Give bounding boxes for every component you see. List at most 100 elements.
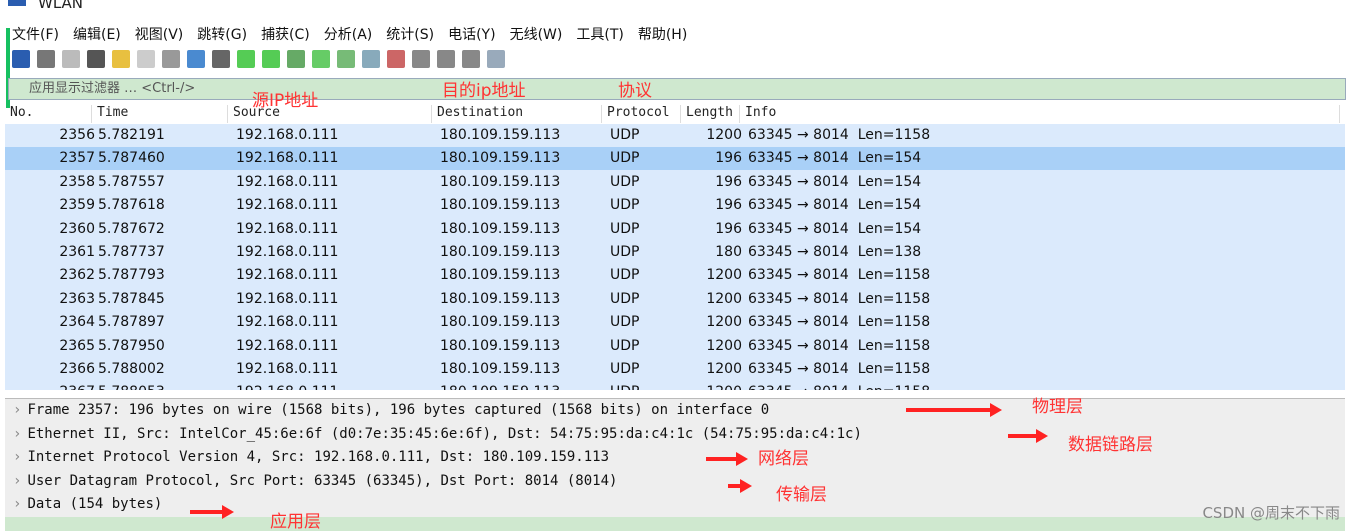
detail-text: Frame 2357: 196 bytes on wire (1568 bits… (27, 402, 770, 418)
detail-tree-item[interactable]: › Frame 2357: 196 bytes on wire (1568 bit… (13, 402, 769, 418)
stop-capture-icon[interactable] (37, 50, 55, 68)
packet-row[interactable]: 2356 5.782191 192.168.0.111 180.109.159.113… (5, 124, 1345, 147)
packet-row[interactable]: 2363 5.787845 192.168.0.111 180.109.159.113… (5, 288, 1345, 311)
menu-item[interactable]: 跳转(G) (197, 24, 247, 44)
menu-item[interactable]: 无线(W) (510, 24, 563, 44)
detail-tree-item[interactable]: › Data (154 bytes) (13, 496, 162, 512)
save-file-icon[interactable] (137, 50, 155, 68)
cell-destination: 180.109.159.113 (440, 220, 561, 237)
cell-length: 196 (715, 150, 742, 167)
restart-capture-icon[interactable] (62, 50, 80, 68)
cell-info: 63345 → 8014 Len=1158 (748, 361, 931, 377)
zoom-out-icon[interactable] (437, 50, 455, 68)
arrow-icon (906, 403, 1002, 417)
colorize-icon[interactable] (387, 50, 405, 68)
resize-columns-icon[interactable] (487, 50, 505, 68)
column-header-length[interactable]: Length (686, 105, 740, 123)
open-file-icon[interactable] (112, 50, 130, 68)
detail-tree-item[interactable]: › Internet Protocol Version 4, Src: 192.1… (13, 449, 609, 465)
cell-info: 63345 → 8014 Len=1158 (748, 384, 930, 390)
cell-source: 192.168.0.111 (236, 173, 339, 190)
close-file-icon[interactable] (162, 50, 180, 68)
cell-source: 192.168.0.111 (236, 290, 339, 307)
cell-no: 2365 (59, 337, 95, 354)
packet-row[interactable]: 2365 5.787950 192.168.0.111 180.109.159.113… (5, 335, 1345, 358)
cell-time: 5.787737 (98, 244, 165, 260)
find-icon[interactable] (212, 50, 230, 68)
annotation-datalink: 数据链路层 (1068, 435, 1153, 455)
packet-row[interactable]: 2359 5.787618 192.168.0.111 180.109.159.113… (5, 194, 1345, 217)
detail-tree-item[interactable]: › User Datagram Protocol, Src Port: 63345… (13, 473, 617, 489)
packet-row[interactable]: 2362 5.787793 192.168.0.111 180.109.159.113… (5, 264, 1345, 287)
zoom-normal-icon[interactable] (462, 50, 480, 68)
cell-length: 1200 (706, 361, 742, 377)
column-header-time[interactable]: Time (97, 105, 228, 123)
cell-length: 196 (715, 220, 742, 237)
column-header-protocol[interactable]: Protocol (607, 105, 681, 123)
cell-destination: 180.109.159.113 (440, 314, 561, 331)
packet-row[interactable]: 23675.788053 192.168.0.111 180.109.159.113… (5, 381, 1345, 390)
last-packet-icon[interactable] (337, 50, 355, 68)
chevron-right-icon[interactable]: › (13, 496, 21, 512)
column-header-info[interactable]: Info (745, 105, 1340, 123)
back-icon[interactable] (237, 50, 255, 68)
menu-item[interactable]: 文件(F) (12, 24, 59, 44)
cell-length: 1200 (706, 337, 742, 354)
packet-row[interactable]: 2357 5.787460 192.168.0.111 180.109.159.113… (5, 147, 1345, 171)
cell-source: 192.168.0.111 (236, 244, 339, 260)
go-to-packet-icon[interactable] (287, 50, 305, 68)
cell-protocol: UDP (610, 173, 640, 190)
details-footer (5, 517, 1345, 531)
window-title: WLAN (38, 0, 84, 12)
cell-destination: 180.109.159.113 (440, 384, 560, 390)
cell-protocol: UDP (610, 290, 640, 307)
autoscroll-icon[interactable] (362, 50, 380, 68)
cell-destination: 180.109.159.113 (440, 290, 561, 307)
chevron-right-icon[interactable]: › (13, 402, 21, 418)
cell-destination: 180.109.159.113 (440, 267, 561, 284)
zoom-in-icon[interactable] (412, 50, 430, 68)
watermark: CSDN @周末不下雨 (1202, 504, 1340, 522)
first-packet-icon[interactable] (312, 50, 330, 68)
cell-length: 1200 (706, 290, 742, 307)
packet-row[interactable]: 2364 5.787897 192.168.0.111 180.109.159.113… (5, 311, 1345, 334)
packet-row[interactable]: 2358 5.787557 192.168.0.111 180.109.159.113… (5, 171, 1345, 194)
forward-icon[interactable] (262, 50, 280, 68)
cell-info: 63345 → 8014 Len=154 (748, 197, 922, 214)
menu-item[interactable]: 帮助(H) (638, 24, 687, 44)
cell-info: 63345 → 8014 Len=1158 (748, 127, 931, 143)
display-filter-input[interactable]: 应用显示过滤器 … <Ctrl-/> (8, 78, 1346, 100)
cell-source: 192.168.0.111 (236, 197, 339, 214)
chevron-right-icon[interactable]: › (13, 426, 21, 442)
annotation-protocol: 协议 (618, 81, 652, 101)
menu-item[interactable]: 统计(S) (386, 24, 434, 44)
packet-row[interactable]: 2361 5.787737 192.168.0.111 180.109.159.113… (5, 241, 1345, 264)
chevron-right-icon[interactable]: › (13, 449, 21, 465)
packet-row[interactable]: 2366 5.788002 192.168.0.111 180.109.159.113… (5, 358, 1345, 381)
detail-tree-item[interactable]: › Ethernet II, Src: IntelCor_45:6e:6f (d0… (13, 426, 862, 442)
cell-no: 2367 (59, 384, 95, 390)
annotation-network: 网络层 (758, 449, 809, 469)
cell-info: 63345 → 8014 Len=1158 (748, 267, 931, 284)
cell-source: 192.168.0.111 (236, 314, 339, 331)
menu-item[interactable]: 分析(A) (324, 24, 373, 44)
cell-time: 5.787618 (98, 197, 165, 214)
packet-row[interactable]: 2360 5.787672 192.168.0.111 180.109.159.113… (5, 218, 1345, 241)
menu-item[interactable]: 捕获(C) (261, 24, 310, 44)
column-header-no[interactable]: No. (10, 105, 92, 123)
menu-item[interactable]: 视图(V) (135, 24, 184, 44)
cell-source: 192.168.0.111 (236, 361, 339, 377)
menu-item[interactable]: 工具(T) (576, 24, 623, 44)
reload-icon[interactable] (187, 50, 205, 68)
cell-time: 5.787672 (98, 220, 165, 237)
start-capture-icon[interactable] (12, 50, 30, 68)
arrow-icon (706, 452, 748, 466)
packet-list[interactable]: 2356 5.782191 192.168.0.111 180.109.159.113… (5, 124, 1345, 390)
menu-item[interactable]: 电话(Y) (448, 24, 495, 44)
cell-source: 192.168.0.111 (236, 384, 338, 390)
chevron-right-icon[interactable]: › (13, 473, 21, 489)
column-header-destination[interactable]: Destination (437, 105, 602, 123)
menu-item[interactable]: 编辑(E) (73, 24, 121, 44)
options-icon[interactable] (87, 50, 105, 68)
cell-protocol: UDP (610, 150, 640, 167)
